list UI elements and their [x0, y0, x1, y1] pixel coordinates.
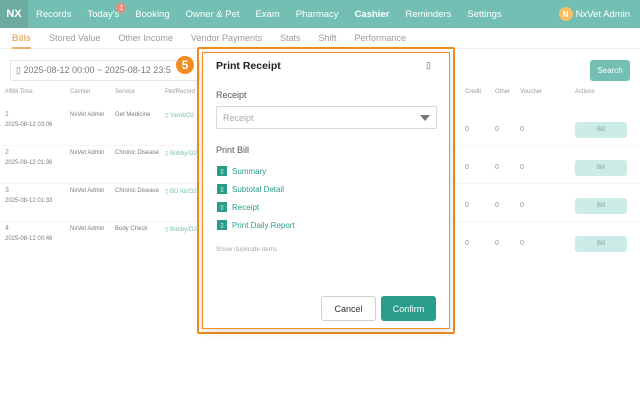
print-icon: ▯	[217, 220, 227, 230]
print-icon: ▯	[217, 184, 227, 194]
close-icon[interactable]: ▯	[426, 60, 431, 71]
receipt-select[interactable]: Receipt	[216, 106, 437, 129]
print-receipt-dialog: Print Receipt ▯ Receipt Receipt Print Bi…	[202, 52, 450, 329]
print-option-label: Summary	[232, 166, 267, 176]
print-icon: ▯	[217, 202, 227, 212]
receipt-label: Receipt	[216, 90, 247, 100]
print-icon: ▯	[217, 166, 227, 176]
cancel-button[interactable]: Cancel	[321, 296, 376, 321]
print-option-label: Print Daily Report	[232, 220, 295, 230]
print-option-daily-report[interactable]: ▯ Print Daily Report	[217, 220, 295, 230]
print-option-label: Subtotal Detail	[232, 184, 285, 194]
show-duplicate-items-link[interactable]: Show duplicate items	[216, 246, 277, 253]
receipt-select-placeholder: Receipt	[223, 112, 254, 123]
print-option-subtotal-detail[interactable]: ▯ Subtotal Detail	[217, 184, 284, 194]
dialog-title: Print Receipt	[216, 60, 281, 72]
print-bill-label: Print Bill	[216, 145, 250, 155]
confirm-button[interactable]: Confirm	[381, 296, 436, 321]
chevron-down-icon	[420, 115, 430, 121]
print-option-receipt[interactable]: ▯ Receipt	[217, 202, 259, 212]
print-option-summary[interactable]: ▯ Summary	[217, 166, 266, 176]
step-indicator-badge: 5	[175, 55, 195, 75]
print-option-label: Receipt	[232, 202, 260, 212]
